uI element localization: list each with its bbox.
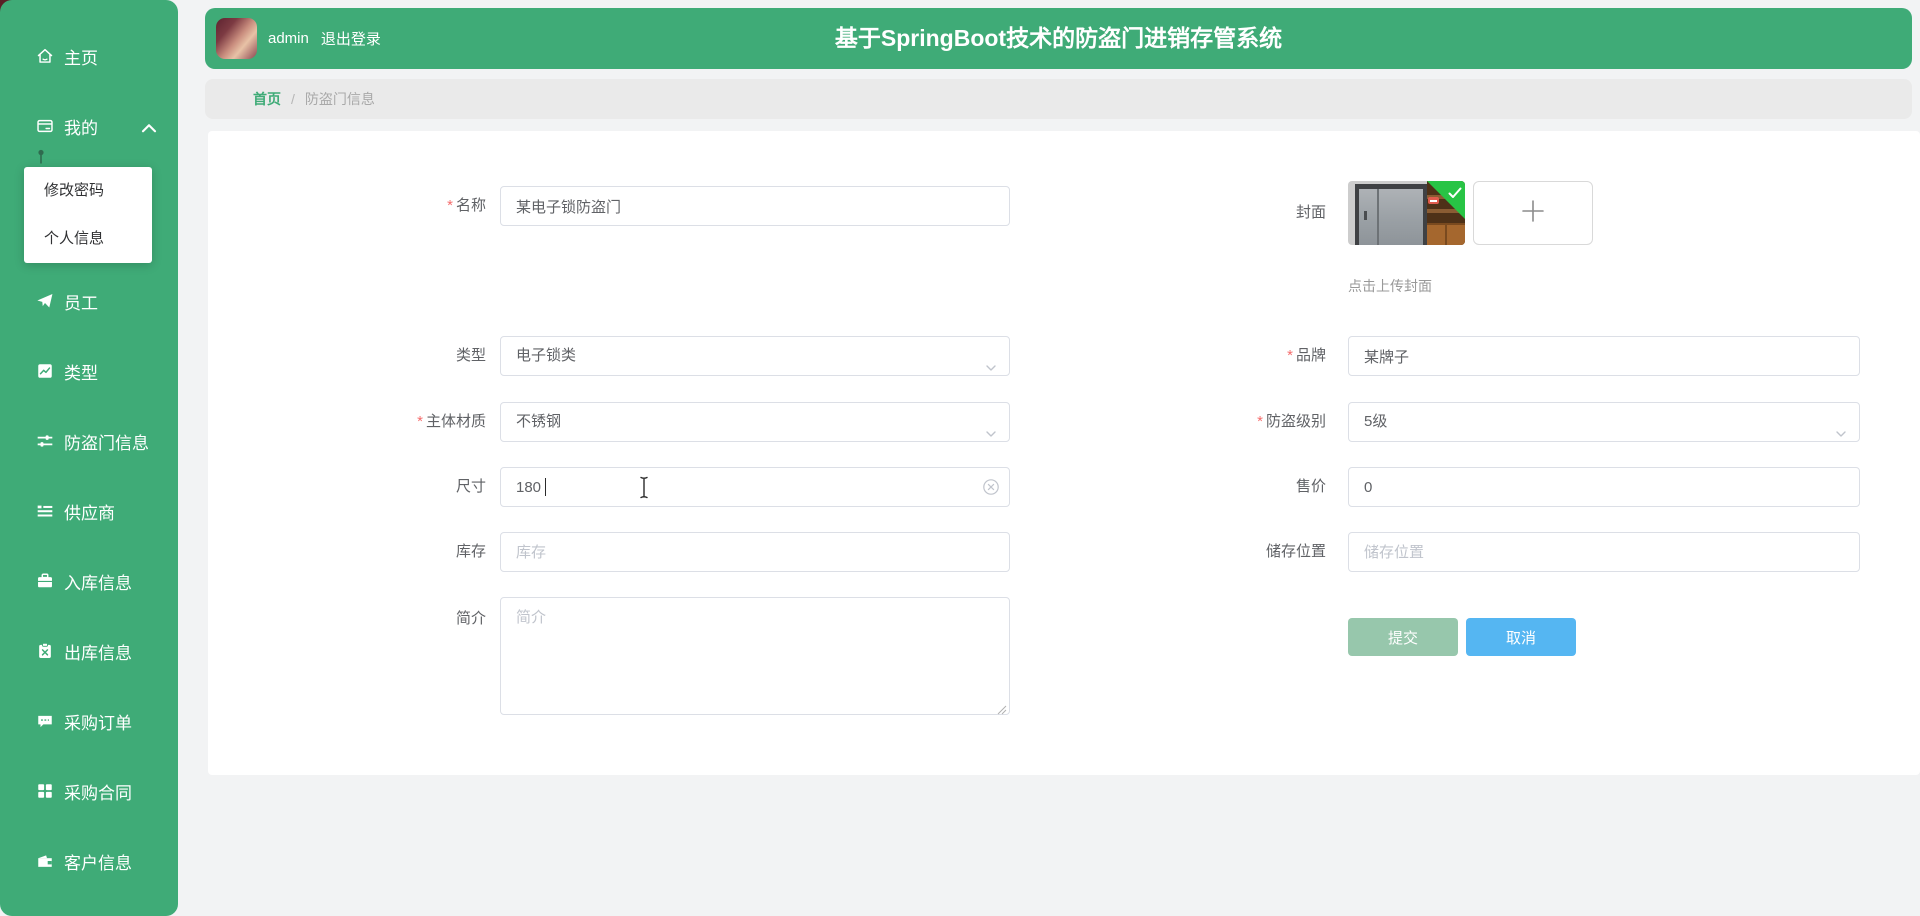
door-handle — [1364, 211, 1367, 220]
cover-label: 封面 — [1138, 193, 1338, 233]
door-info-form-card: *名称 类型 电子锁类 *主体材质 不锈钢 尺寸 — [208, 131, 1920, 775]
chat-icon — [36, 712, 54, 730]
submenu-pin-icon — [36, 149, 46, 165]
sidebar-item-label: 员工 — [64, 289, 98, 314]
sidebar: 主页 我的 修改密码 个人信息 员工 — [0, 0, 178, 916]
sidebar-item-label: 出库信息 — [64, 639, 132, 664]
ibeam-cursor — [638, 476, 650, 499]
sidebar-item-door-info[interactable]: 防盗门信息 — [0, 423, 178, 459]
clear-input-icon[interactable] — [982, 478, 1000, 496]
chevron-down-icon — [1835, 417, 1847, 429]
type-select-value: 电子锁类 — [516, 347, 576, 364]
sliders-icon — [36, 432, 54, 450]
card-icon — [36, 117, 54, 135]
stock-input[interactable] — [500, 532, 1010, 572]
page-title: 基于SpringBoot技术的防盗门进销存管系统 — [205, 8, 1912, 69]
location-input[interactable] — [1348, 532, 1860, 572]
breadcrumb: 首页 / 防盗门信息 — [205, 79, 1912, 119]
required-asterisk: * — [447, 197, 453, 214]
name-label: *名称 — [298, 186, 498, 226]
name-input[interactable] — [500, 186, 1010, 226]
size-input[interactable] — [500, 467, 1010, 507]
sidebar-item-mine[interactable]: 我的 — [0, 108, 178, 144]
cover-thumbnail[interactable] — [1348, 181, 1465, 245]
sidebar-item-label: 我的 — [64, 114, 98, 139]
sidebar-item-types[interactable]: 类型 — [0, 353, 178, 389]
upload-hint: 点击上传封面 — [1348, 276, 1432, 296]
intro-textarea[interactable] — [500, 597, 1010, 715]
type-label: 类型 — [298, 336, 498, 376]
plus-icon — [1519, 197, 1547, 230]
chevron-down-icon — [985, 417, 997, 429]
sidebar-item-purchase-orders[interactable]: 采购订单 — [0, 703, 178, 739]
send-icon — [36, 292, 54, 310]
check-icon — [1448, 186, 1462, 198]
location-label: 储存位置 — [1138, 532, 1338, 572]
level-select[interactable]: 5级 — [1348, 402, 1860, 442]
sidebar-item-label: 供应商 — [64, 499, 115, 524]
required-asterisk: * — [1287, 347, 1293, 364]
briefcase-icon — [36, 572, 54, 590]
sidebar-item-customers[interactable]: 客户信息 — [0, 843, 178, 879]
sidebar-item-label: 防盗门信息 — [64, 429, 149, 454]
sidebar-item-inbound[interactable]: 入库信息 — [0, 563, 178, 599]
grid-icon — [36, 782, 54, 800]
submenu-item-change-password[interactable]: 修改密码 — [24, 167, 152, 215]
material-select[interactable]: 不锈钢 — [500, 402, 1010, 442]
chevron-up-icon — [140, 120, 152, 132]
upload-cover-button[interactable] — [1473, 181, 1593, 245]
home-icon — [36, 47, 54, 65]
price-input[interactable] — [1348, 467, 1860, 507]
sidebar-item-suppliers[interactable]: 供应商 — [0, 493, 178, 529]
submit-button[interactable]: 提交 — [1348, 618, 1458, 656]
breadcrumb-home-link[interactable]: 首页 — [253, 89, 281, 109]
chart-icon — [36, 362, 54, 380]
sidebar-item-label: 类型 — [64, 359, 98, 384]
sidebar-item-outbound[interactable]: 出库信息 — [0, 633, 178, 669]
required-asterisk: * — [1257, 413, 1263, 430]
size-input-wrap — [500, 467, 1010, 507]
breadcrumb-separator: / — [291, 91, 295, 107]
mine-submenu: 修改密码 个人信息 — [24, 167, 152, 263]
submenu-item-profile[interactable]: 个人信息 — [24, 215, 152, 263]
sidebar-item-purchase-contracts[interactable]: 采购合同 — [0, 773, 178, 809]
chevron-down-icon — [985, 351, 997, 363]
sidebar-item-label: 客户信息 — [64, 849, 132, 874]
intro-label: 简介 — [298, 599, 498, 639]
cabinet-split — [1445, 225, 1447, 245]
sidebar-item-home[interactable]: 主页 — [0, 38, 178, 74]
sidebar-item-employees[interactable]: 员工 — [0, 283, 178, 319]
sidebar-item-label: 入库信息 — [64, 569, 132, 594]
required-asterisk: * — [417, 413, 423, 430]
clipboard-x-icon — [36, 642, 54, 660]
material-label: *主体材质 — [298, 402, 498, 442]
level-label: *防盗级别 — [1138, 402, 1338, 442]
list-icon — [36, 502, 54, 520]
username: admin — [268, 30, 309, 47]
door-panel-line — [1377, 189, 1379, 245]
app-screen: 主页 我的 修改密码 个人信息 员工 — [0, 0, 1920, 916]
photo-tag-icon — [1428, 197, 1439, 204]
sidebar-item-label: 采购订单 — [64, 709, 132, 734]
top-header: 基于SpringBoot技术的防盗门进销存管系统 admin 退出登录 — [205, 8, 1912, 69]
brand-label: *品牌 — [1138, 336, 1338, 376]
text-caret — [545, 478, 546, 496]
door-photo — [1359, 189, 1423, 245]
wallet-icon — [36, 852, 54, 870]
cancel-button[interactable]: 取消 — [1466, 618, 1576, 656]
material-select-value: 不锈钢 — [516, 413, 561, 430]
size-label: 尺寸 — [298, 467, 498, 507]
sidebar-item-label: 主页 — [64, 44, 98, 69]
sidebar-item-label: 采购合同 — [64, 779, 132, 804]
avatar[interactable] — [216, 18, 257, 59]
logout-link[interactable]: 退出登录 — [321, 28, 381, 49]
type-select[interactable]: 电子锁类 — [500, 336, 1010, 376]
stock-label: 库存 — [298, 532, 498, 572]
brand-input[interactable] — [1348, 336, 1860, 376]
price-label: 售价 — [1138, 467, 1338, 507]
level-select-value: 5级 — [1364, 413, 1387, 430]
breadcrumb-current: 防盗门信息 — [305, 89, 375, 109]
